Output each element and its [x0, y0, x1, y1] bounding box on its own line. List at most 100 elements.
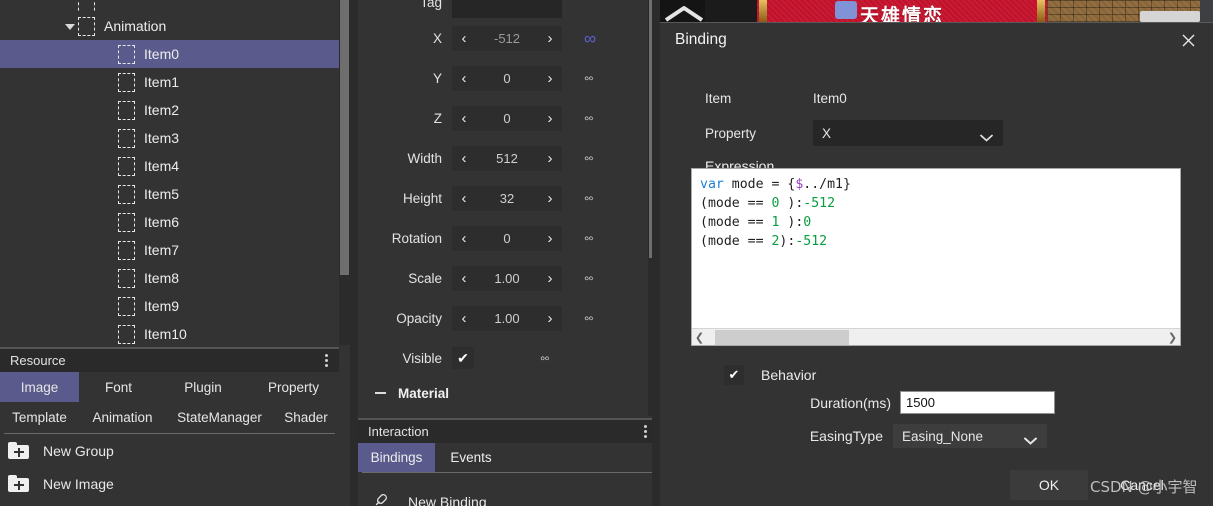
spinner-value[interactable]: -512	[470, 31, 544, 46]
property-row-rotation[interactable]: Rotation ‹ 0 › ◦◦	[358, 218, 658, 258]
interaction-panel-menu-icon[interactable]	[641, 423, 650, 440]
spinner-value[interactable]: 512	[470, 151, 544, 166]
list-item-new-binding[interactable]: New Binding	[358, 487, 658, 506]
chevron-down-icon[interactable]	[62, 18, 78, 34]
expression-editor[interactable]: var mode = {$../m1} (mode == 0 ):-512 (mod…	[691, 168, 1181, 346]
property-row-z[interactable]: Z ‹ 0 › ◦◦	[358, 98, 658, 138]
splitter-left[interactable]	[350, 0, 358, 506]
resource-tab-font[interactable]: Font	[79, 372, 158, 402]
tree-row-item[interactable]: Item1	[0, 68, 350, 96]
spinner-increment-icon[interactable]: ›	[544, 311, 556, 326]
resource-item[interactable]: New Group	[0, 434, 339, 467]
tree-row-item[interactable]: Item4	[0, 152, 350, 180]
property-select[interactable]: X	[813, 120, 1003, 146]
material-section-header[interactable]: Material	[358, 378, 658, 408]
visible-checkbox[interactable]: ✔	[452, 347, 474, 369]
chevron-right-icon[interactable]: ❯	[1165, 331, 1180, 344]
spinner-decrement-icon[interactable]: ‹	[458, 191, 470, 206]
spinner-value[interactable]: 32	[470, 191, 544, 206]
resource-tab-image[interactable]: Image	[0, 372, 79, 402]
field-row-property[interactable]: Property X	[660, 118, 1213, 148]
link-icon-height[interactable]: ◦◦	[584, 191, 594, 206]
spinner-decrement-icon[interactable]: ‹	[458, 311, 470, 326]
expression-scroll-thumb[interactable]	[715, 329, 849, 345]
link-icon-opacity[interactable]: ◦◦	[584, 311, 594, 326]
spinner-decrement-icon[interactable]: ‹	[458, 71, 470, 86]
property-row-width[interactable]: Width ‹ 512 › ◦◦	[358, 138, 658, 178]
hierarchy-vertical-scrollbar[interactable]	[339, 0, 350, 345]
link-icon-width[interactable]: ◦◦	[584, 151, 594, 166]
field-row-easing[interactable]: EasingType Easing_None	[786, 424, 1047, 448]
spinner-value[interactable]: 0	[470, 111, 544, 126]
tree-row-item[interactable]: Item2	[0, 96, 350, 124]
chevron-left-icon[interactable]: ❮	[692, 331, 707, 344]
tree-row-item[interactable]: Item7	[0, 236, 350, 264]
spinner-x[interactable]: ‹ -512 ›	[452, 25, 562, 51]
expression-scroll-track[interactable]	[707, 329, 1165, 346]
spinner-increment-icon[interactable]: ›	[544, 191, 556, 206]
spinner-increment-icon[interactable]: ›	[544, 111, 556, 126]
link-icon-visible[interactable]: ◦◦	[540, 351, 550, 366]
duration-input[interactable]	[900, 391, 1055, 414]
link-icon-x[interactable]: ∞	[584, 30, 596, 47]
spinner-decrement-icon[interactable]: ‹	[458, 271, 470, 286]
spinner-decrement-icon[interactable]: ‹	[458, 111, 470, 126]
spinner-increment-icon[interactable]: ›	[544, 71, 556, 86]
spinner-value[interactable]: 1.00	[470, 311, 544, 326]
resource-tab-template[interactable]: Template	[0, 402, 79, 432]
spinner-decrement-icon[interactable]: ‹	[458, 151, 470, 166]
expression-code[interactable]: var mode = {$../m1} (mode == 0 ):-512 (mod…	[692, 169, 1180, 251]
spinner-z[interactable]: ‹ 0 ›	[452, 105, 562, 131]
spinner-opacity[interactable]: ‹ 1.00 ›	[452, 305, 562, 331]
property-row-tag[interactable]: Tag	[358, 0, 658, 18]
link-icon-rotation[interactable]: ◦◦	[584, 231, 594, 246]
spinner-value[interactable]: 1.00	[470, 271, 544, 286]
tag-input[interactable]	[452, 0, 562, 18]
resource-tab-plugin[interactable]: Plugin	[158, 372, 248, 402]
property-row-visible[interactable]: Visible ✔ ◦◦	[358, 338, 658, 378]
spinner-scale[interactable]: ‹ 1.00 ›	[452, 265, 562, 291]
ok-button[interactable]: OK	[1010, 470, 1088, 500]
spinner-y[interactable]: ‹ 0 ›	[452, 65, 562, 91]
tree-row-item[interactable]: Item9	[0, 292, 350, 320]
tree-row-item[interactable]: Item5	[0, 180, 350, 208]
spinner-height[interactable]: ‹ 32 ›	[452, 185, 562, 211]
cancel-button[interactable]: Cancel	[1103, 470, 1181, 500]
spinner-decrement-icon[interactable]: ‹	[458, 31, 470, 46]
collapse-dash-icon[interactable]	[375, 392, 386, 394]
hierarchy-scrollbar-thumb[interactable]	[340, 0, 349, 275]
spinner-decrement-icon[interactable]: ‹	[458, 231, 470, 246]
link-icon-z[interactable]: ◦◦	[584, 111, 594, 126]
resource-tab-statemanager[interactable]: StateManager	[166, 402, 273, 432]
behavior-toggle-row[interactable]: ✔ Behavior	[724, 365, 816, 385]
expression-horizontal-scrollbar[interactable]: ❮ ❯	[692, 328, 1180, 345]
splitter-right[interactable]	[652, 0, 660, 506]
property-row-height[interactable]: Height ‹ 32 › ◦◦	[358, 178, 658, 218]
spinner-width[interactable]: ‹ 512 ›	[452, 145, 562, 171]
resource-tab-shader[interactable]: Shader	[273, 402, 339, 432]
spinner-rotation[interactable]: ‹ 0 ›	[452, 225, 562, 251]
spinner-value[interactable]: 0	[470, 71, 544, 86]
tree-row-animation[interactable]: Animation	[0, 12, 350, 40]
tree-row-item[interactable]: Item10	[0, 320, 350, 345]
property-row-opacity[interactable]: Opacity ‹ 1.00 › ◦◦	[358, 298, 658, 338]
resource-tab-animation[interactable]: Animation	[79, 402, 166, 432]
resource-tab-property[interactable]: Property	[248, 372, 339, 402]
tree-row-item[interactable]: Item3	[0, 124, 350, 152]
tree-row-item[interactable]: Item0	[0, 40, 350, 68]
interaction-tab-bindings[interactable]: Bindings	[358, 443, 435, 472]
easing-type-select[interactable]: Easing_None	[893, 424, 1047, 448]
resource-panel-menu-icon[interactable]	[322, 352, 331, 369]
interaction-tab-events[interactable]: Events	[435, 443, 507, 472]
spinner-value[interactable]: 0	[470, 231, 544, 246]
property-row-scale[interactable]: Scale ‹ 1.00 › ◦◦	[358, 258, 658, 298]
spinner-increment-icon[interactable]: ›	[544, 271, 556, 286]
tree-row-item[interactable]: Item8	[0, 264, 350, 292]
field-row-duration[interactable]: Duration(ms)	[786, 391, 1055, 414]
link-icon-scale[interactable]: ◦◦	[584, 271, 594, 286]
spinner-increment-icon[interactable]: ›	[544, 31, 556, 46]
hierarchy-tree-panel[interactable]: Animation Item0 Item1 Item2 Item3 Item4 Item5…	[0, 0, 350, 345]
tree-row-item[interactable]: Item6	[0, 208, 350, 236]
property-row-y[interactable]: Y ‹ 0 › ◦◦	[358, 58, 658, 98]
property-row-x[interactable]: X ‹ -512 › ∞	[358, 18, 658, 58]
